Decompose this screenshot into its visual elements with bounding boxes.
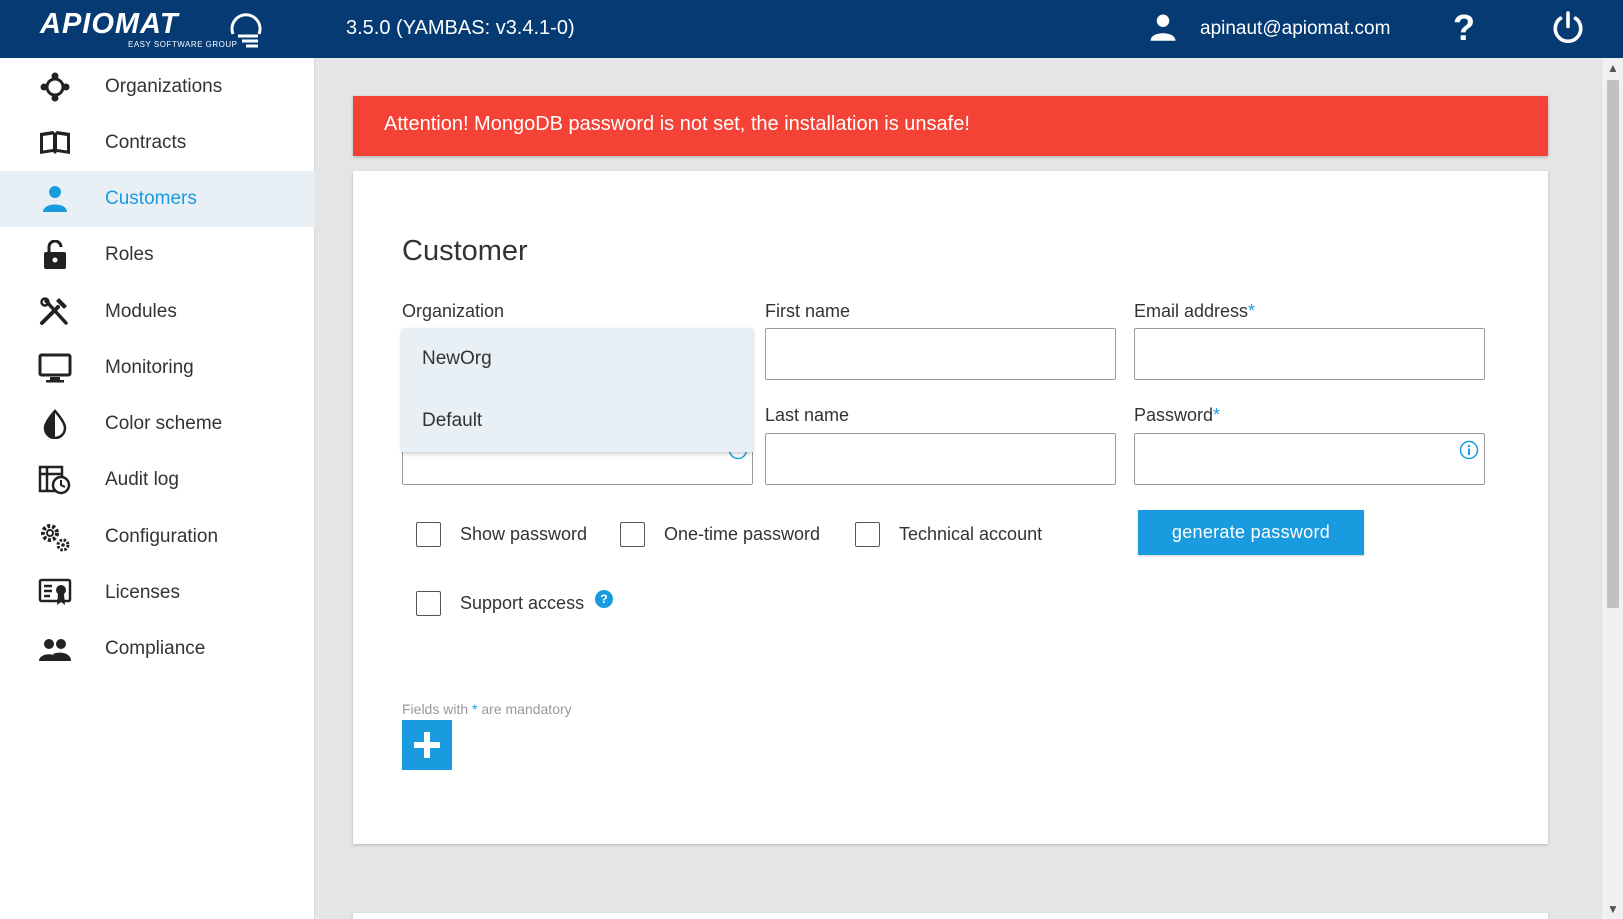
person-icon [43,186,67,212]
organization-label: Organization [402,301,505,321]
vertical-scrollbar[interactable]: ▲ ▼ [1601,58,1623,919]
sidebar-item-label: Monitoring [105,357,194,378]
sidebar-item-label: Customers [105,188,197,209]
show-password-checkbox[interactable]: Show password [416,520,596,550]
sidebar-item-label: Contracts [105,132,187,153]
password-label: Password* [1134,405,1220,426]
password-input[interactable] [1134,433,1485,485]
secondary-card-edge [353,913,1548,919]
monitor-icon [38,353,72,383]
checkbox-label: Show password [460,524,588,544]
sidebar-item-contracts[interactable]: Contracts [0,115,315,171]
checkbox-box[interactable] [416,522,441,547]
organization-option-neworg[interactable]: NewOrg [402,328,753,390]
organizations-icon [40,72,70,102]
logo-mark-icon [230,13,262,48]
user-icon[interactable] [1148,12,1178,42]
checkbox-box[interactable] [855,522,880,547]
sidebar-item-configuration[interactable]: Configuration [0,509,315,565]
scroll-up-icon[interactable]: ▲ [1602,58,1623,78]
sidebar-item-label: Organizations [105,76,223,97]
password-info-icon[interactable] [1459,440,1479,460]
sidebar-item-label: Compliance [105,638,206,659]
add-button[interactable] [402,720,452,770]
support-access-checkbox[interactable]: Support access [416,589,596,619]
organization-option-default[interactable]: Default [402,390,753,452]
email-label: Email address* [1134,301,1255,322]
sidebar-item-licenses[interactable]: Licenses [0,565,315,621]
checkbox-box[interactable] [620,522,645,547]
scroll-down-icon[interactable]: ▼ [1602,899,1623,919]
mongodb-warning-banner: Attention! MongoDB password is not set, … [353,96,1548,156]
license-icon [38,578,72,605]
sidebar-item-label: Audit log [105,469,179,490]
required-marker: * [1248,301,1256,321]
page-title: Customer [402,235,528,267]
tools-icon [40,297,68,325]
user-email[interactable]: apinaut@apiomat.com [1200,18,1390,40]
sidebar-item-label: Configuration [105,526,219,547]
mandatory-note-prefix: Fields with [402,701,473,717]
last-name-input[interactable] [765,433,1116,485]
scroll-thumb[interactable] [1607,80,1619,608]
sidebar-item-monitoring[interactable]: Monitoring [0,340,315,396]
support-access-help-icon[interactable]: ? [595,590,613,608]
book-icon [40,131,70,154]
email-label-text: Email address [1134,301,1249,321]
sidebar-item-color-scheme[interactable]: Color scheme [0,396,315,452]
sidebar-item-label: Modules [105,301,177,322]
audit-log-icon [38,465,71,495]
one-time-password-checkbox[interactable]: One-time password [620,520,830,550]
version-label: 3.5.0 (YAMBAS: v3.4.1-0) [346,17,575,39]
mandatory-note: Fields with * are mandatory [402,701,572,717]
last-name-label: Last name [765,405,850,425]
apiomat-logo[interactable]: APIOMAT EASY SOFTWARE GROUP [40,8,265,52]
sidebar-item-modules[interactable]: Modules [0,284,315,340]
checkbox-box[interactable] [416,591,441,616]
sidebar-item-audit-log[interactable]: Audit log [0,452,315,508]
generate-password-button[interactable]: generate password [1138,510,1364,555]
sidebar-item-customers[interactable]: Customers [0,171,315,227]
sidebar-item-label: Roles [105,244,154,265]
gears-icon [41,524,70,552]
sidebar-item-label: Color scheme [105,413,223,434]
checkbox-label: Support access [460,593,585,613]
logo-subtitle: EASY SOFTWARE GROUP [128,40,238,49]
help-button[interactable]: ? [1446,8,1482,48]
organization-dropdown: NewOrg Default [402,328,753,452]
people-icon [39,639,71,661]
sidebar-item-organizations[interactable]: Organizations [0,59,315,115]
checkbox-label: Technical account [899,524,1043,544]
drop-icon [43,409,67,439]
customer-form-card: Customer Organization NewOrg Default Fir… [353,171,1548,844]
top-bar: APIOMAT EASY SOFTWARE GROUP 3.5.0 (YAMBA… [0,0,1623,58]
sidebar-item-roles[interactable]: Roles [0,227,315,283]
password-label-text: Password [1134,405,1214,425]
sidebar-item-label: Licenses [105,582,180,603]
lock-icon [44,240,66,269]
mandatory-note-suffix: are mandatory [477,701,572,717]
logo-wordmark: APIOMAT [40,8,179,40]
plus-icon [414,732,440,758]
checkbox-label: One-time password [664,524,821,544]
sidebar-item-compliance[interactable]: Compliance [0,621,315,677]
first-name-label: First name [765,301,851,321]
logout-power-icon[interactable] [1550,10,1586,46]
first-name-input[interactable] [765,328,1116,380]
email-input[interactable] [1134,328,1485,380]
sidebar-nav: Organizations Contracts Customers Roles … [0,58,315,919]
required-marker: * [1213,405,1221,425]
technical-account-checkbox[interactable]: Technical account [855,520,1055,550]
